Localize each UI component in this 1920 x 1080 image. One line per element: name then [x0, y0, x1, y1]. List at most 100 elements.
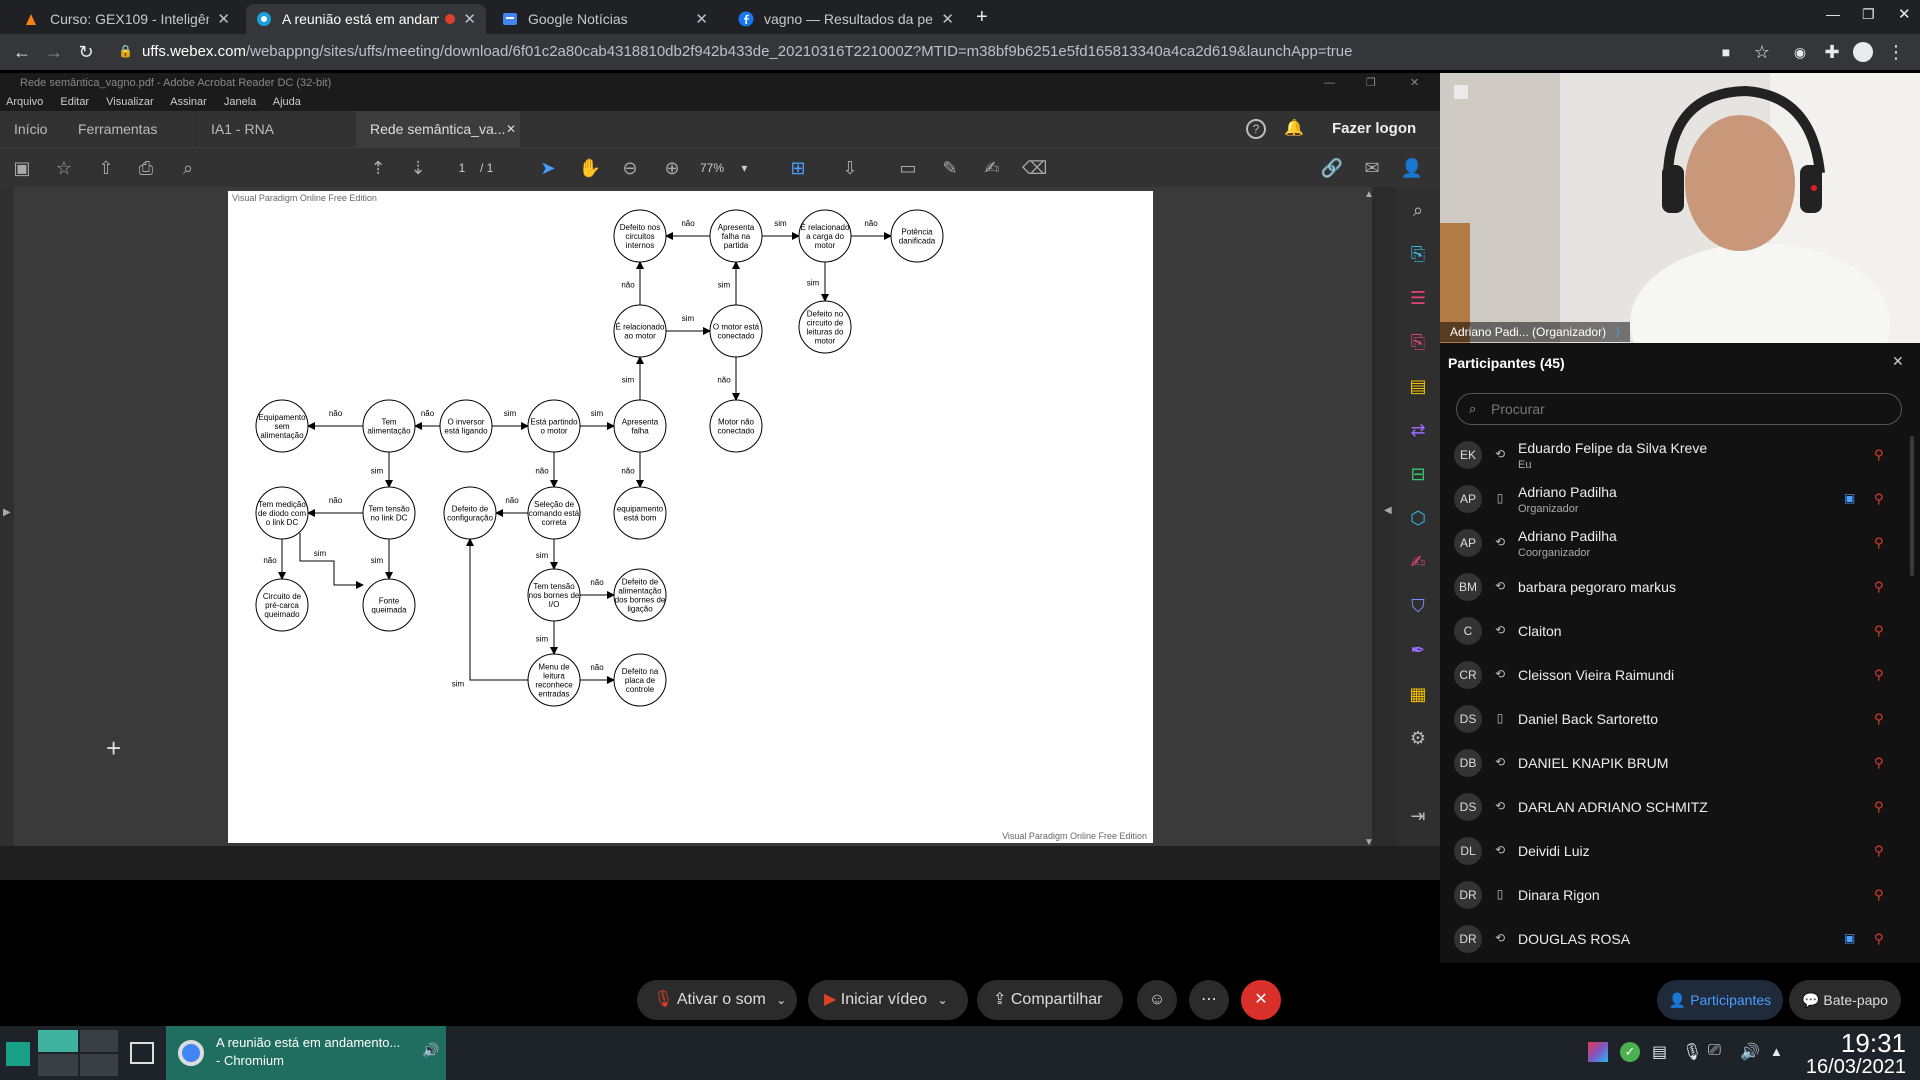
participant-row[interactable]: DR ⟲ DOUGLAS ROSA ▣ ⚲ [1440, 918, 1910, 962]
menu-item[interactable]: Janela [224, 96, 256, 108]
draw-icon[interactable]: ✍ [980, 156, 1004, 180]
restore-icon[interactable]: ❐ [1862, 6, 1875, 23]
left-panel-toggle[interactable]: ▶ [0, 187, 14, 846]
mic-muted-icon[interactable]: ⚲ [1874, 799, 1884, 815]
tray-expand-icon[interactable]: ▲ [1770, 1044, 1783, 1059]
help-icon[interactable]: ? [1246, 119, 1266, 139]
participant-row[interactable]: EK ⟲ Eduardo Felipe da Silva Kreve Eu ⚲ [1440, 434, 1910, 478]
acrobat-minimize-icon[interactable]: — [1324, 73, 1335, 93]
new-tab-icon[interactable]: + [976, 6, 988, 29]
participant-row[interactable]: DS ▯ Daniel Back Sartoretto ⚲ [1440, 698, 1910, 742]
share-button[interactable]: ⇪ Compartilhar [977, 980, 1123, 1020]
participant-row[interactable]: AP ▯ Adriano Padilha Organizador ▣ ⚲ [1440, 478, 1910, 522]
browser-tab[interactable]: Google Notícias ✕ [492, 4, 718, 34]
acrobat-restore-icon[interactable]: ❐ [1366, 73, 1376, 93]
request-signature-icon[interactable]: ✒ [1405, 637, 1431, 663]
workspace-3[interactable] [38, 1054, 78, 1076]
create-pdf-icon[interactable]: ⎘ [1405, 241, 1431, 267]
acrobat-close-icon[interactable]: ✕ [1410, 73, 1419, 93]
chevron-down-icon[interactable]: ⌄ [937, 993, 947, 1007]
select-cursor-icon[interactable]: ➤ [536, 156, 560, 180]
send-for-review-icon[interactable]: ⇄ [1405, 417, 1431, 443]
email-icon[interactable]: ✉ [1360, 156, 1384, 180]
leave-meeting-button[interactable]: ✕ [1241, 980, 1281, 1020]
login-button[interactable]: Fazer logon [1332, 120, 1416, 137]
bell-icon[interactable]: 🔔 [1284, 118, 1304, 138]
save-icon[interactable]: ▣ [10, 156, 34, 180]
close-tab-icon[interactable]: ✕ [217, 10, 230, 28]
star-icon[interactable]: ☆ [1750, 40, 1774, 64]
workspace-2[interactable] [80, 1030, 118, 1052]
fill-sign-icon[interactable]: ✍ [1405, 549, 1431, 575]
chevron-down-icon[interactable]: ⌄ [776, 993, 786, 1007]
close-panel-icon[interactable]: ✕ [1892, 353, 1904, 370]
participant-row[interactable]: CR ⟲ Cleisson Vieira Raimundi ⚲ [1440, 654, 1910, 698]
close-tab-icon[interactable]: ✕ [506, 111, 516, 147]
close-window-icon[interactable]: ✕ [1898, 5, 1911, 23]
back-icon[interactable]: ← [10, 40, 34, 64]
workspace-1[interactable] [38, 1030, 78, 1052]
collapse-right-icon[interactable]: ◀ [1384, 505, 1392, 516]
scroll-up-icon[interactable]: ▲ [1364, 189, 1374, 200]
mic-muted-icon[interactable]: ⚲ [1874, 447, 1884, 463]
upload-icon[interactable]: ⇧ [94, 156, 118, 180]
participant-row[interactable]: BM ⟲ barbara pegoraro markus ⚲ [1440, 566, 1910, 610]
zoom-select[interactable]: 77% ▾ [700, 158, 760, 178]
tab-document-2[interactable]: Rede semântica_va... ✕ [356, 111, 520, 147]
participant-row[interactable]: DR ▯ Dinara Rigon ⚲ [1440, 874, 1910, 918]
close-tab-icon[interactable]: ✕ [941, 10, 954, 28]
page-number-input[interactable]: 1 [446, 158, 478, 178]
clipboard-icon[interactable]: ▤ [1652, 1042, 1667, 1062]
update-check-icon[interactable]: ✓ [1620, 1042, 1640, 1062]
menu-icon[interactable]: ⋮ [1884, 40, 1908, 64]
participant-scrollbar[interactable] [1910, 436, 1914, 576]
chat-tab-button[interactable]: 💬 Bate-papo [1789, 980, 1901, 1020]
puzzle-icon[interactable]: ✚ [1820, 40, 1844, 64]
print-icon[interactable]: ⎙ [134, 156, 158, 180]
clock[interactable]: 19:31 16/03/2021 [1796, 1030, 1906, 1078]
show-desktop-icon[interactable] [130, 1042, 154, 1064]
hand-tool-icon[interactable]: ✋ [578, 156, 602, 180]
volume-icon[interactable]: 🔊 [1740, 1042, 1760, 1062]
erase-icon[interactable]: ⌫ [1022, 156, 1047, 180]
browser-tab[interactable]: Curso: GEX109 - Inteligência a ✕ [14, 4, 240, 34]
tab-tools[interactable]: Ferramentas [64, 111, 171, 147]
page-down-icon[interactable]: ⇣ [406, 156, 430, 180]
extension-icon[interactable]: ◉ [1788, 40, 1812, 64]
organize-pages-icon[interactable]: ☰ [1405, 285, 1431, 311]
profile-icon[interactable] [1853, 42, 1873, 62]
share-link-icon[interactable]: 🔗 [1320, 156, 1344, 180]
workspace-4[interactable] [80, 1054, 118, 1076]
url-field[interactable]: uffs.webex.com/webappng/sites/uffs/meeti… [142, 37, 1742, 67]
mic-muted-icon[interactable]: ⚲ [1874, 843, 1884, 859]
highlight-pen-icon[interactable]: ✎ [938, 156, 962, 180]
fit-page-icon[interactable]: ⊞ [786, 156, 810, 180]
minimize-icon[interactable]: — [1826, 6, 1840, 22]
video-feed[interactable] [1440, 73, 1920, 343]
reactions-button[interactable]: ☺ [1137, 980, 1177, 1020]
mic-muted-icon[interactable]: ⚲ [1874, 931, 1884, 947]
lock-icon[interactable]: 🔒 [118, 44, 133, 58]
tab-home[interactable]: Início [0, 111, 61, 147]
mic-muted-icon[interactable]: ⚲ [1874, 887, 1884, 903]
taskbar-task-chromium[interactable]: A reunião está em andamento... - Chromiu… [166, 1026, 446, 1080]
participant-row[interactable]: DB ⟲ DANIEL KNAPIK BRUM ⚲ [1440, 742, 1910, 786]
participant-row[interactable]: C ⟲ Claiton ⚲ [1440, 610, 1910, 654]
certificates-icon[interactable]: ▦ [1405, 681, 1431, 707]
mic-muted-icon[interactable]: ⚲ [1874, 579, 1884, 595]
bookmark-star-icon[interactable]: ☆ [52, 156, 76, 180]
forward-icon[interactable]: → [42, 40, 66, 64]
comment-icon[interactable]: ▭ [896, 156, 920, 180]
microphone-icon[interactable]: 🎙 [1682, 1042, 1702, 1062]
participant-row[interactable]: DL ⟲ Deividi Luiz ⚲ [1440, 830, 1910, 874]
participant-row[interactable]: DS ⟲ DARLAN ADRIANO SCHMITZ ⚲ [1440, 786, 1910, 830]
tab-document-1[interactable]: IA1 - RNA Simples.... [196, 111, 354, 173]
close-tab-icon[interactable]: ✕ [695, 10, 708, 28]
reload-icon[interactable]: ↻ [74, 40, 98, 64]
participants-tab-button[interactable]: 👤 Participantes [1657, 980, 1783, 1020]
mic-muted-icon[interactable]: ⚲ [1874, 491, 1884, 507]
start-video-button[interactable]: ▶ Iniciar vídeo ⌄ [808, 980, 968, 1020]
camera-icon[interactable]: ■ [1714, 40, 1738, 64]
more-tools-icon[interactable]: ⚙ [1405, 725, 1431, 751]
tray-app-icon[interactable] [1588, 1042, 1608, 1062]
